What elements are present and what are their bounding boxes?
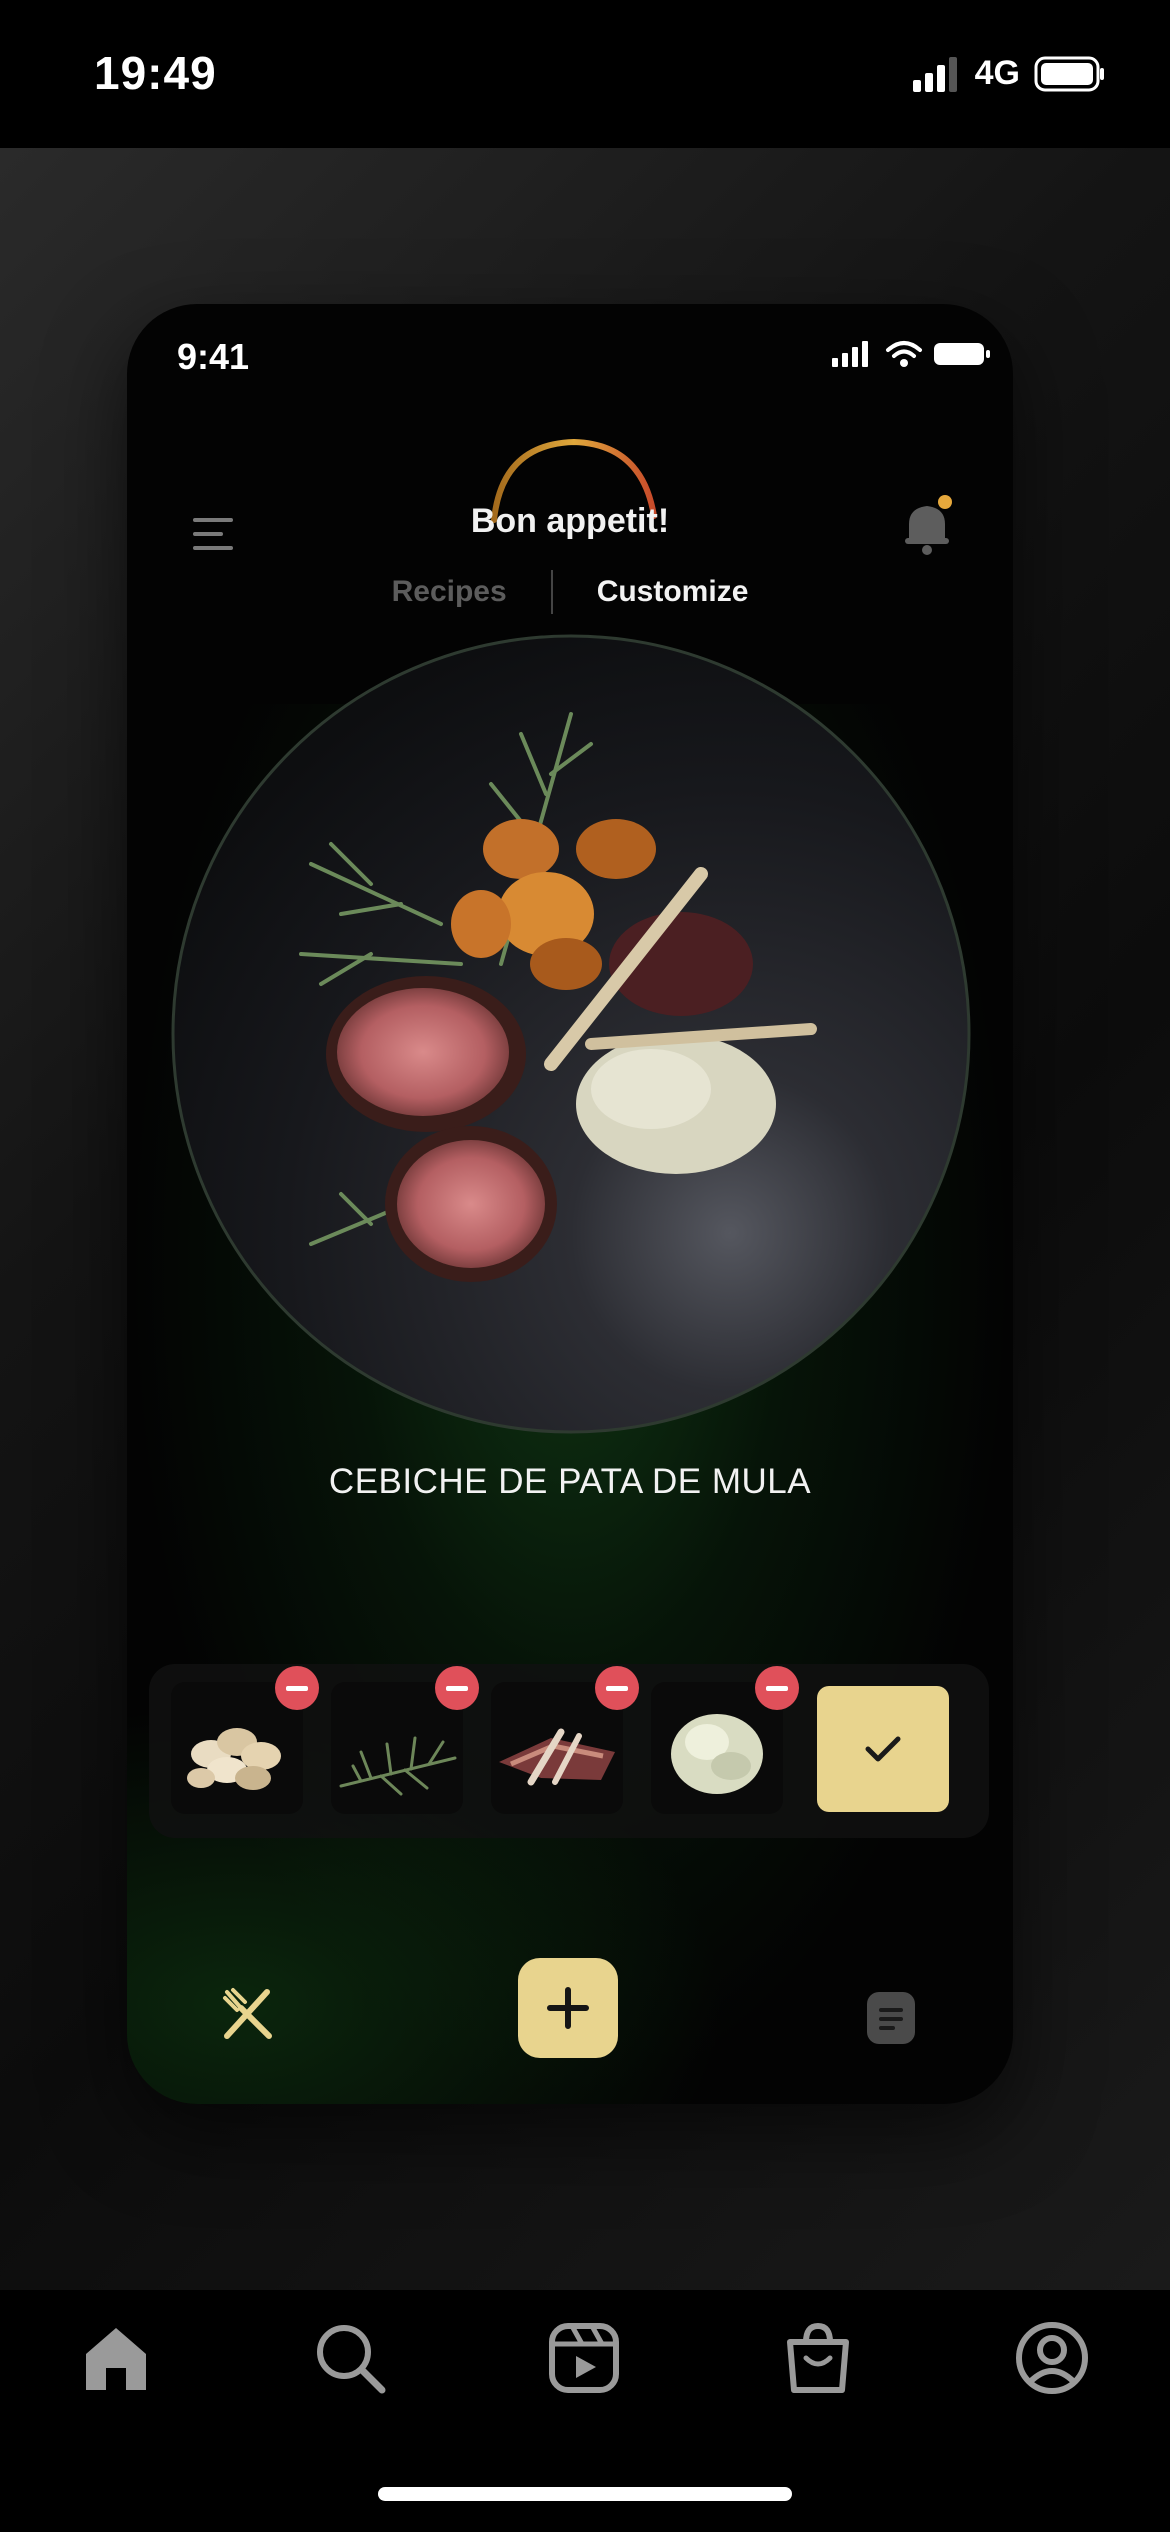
ingredient-tile[interactable] <box>171 1666 319 1814</box>
battery-icon <box>1034 56 1104 91</box>
network-label: 4G <box>974 54 1020 92</box>
search-icon[interactable] <box>312 2320 388 2396</box>
mockup-status-icons <box>831 340 991 368</box>
notification-dot <box>938 495 952 509</box>
shop-icon[interactable] <box>780 2320 856 2396</box>
signal-icon <box>832 341 868 367</box>
os-status-icons: 4G <box>911 54 1106 93</box>
video-stage: 9:41 Bon appetit! Recipes Customize CEBI… <box>0 148 1170 2290</box>
dish-plate-image <box>171 634 971 1434</box>
fork-knife-icon[interactable] <box>219 1984 277 2042</box>
remove-ingredient-button[interactable] <box>595 1666 639 1710</box>
tab-customize[interactable]: Customize <box>553 575 793 609</box>
home-icon[interactable] <box>78 2320 154 2396</box>
remove-ingredient-button[interactable] <box>275 1666 319 1710</box>
home-indicator <box>378 2487 792 2501</box>
segment-tabs: Recipes Customize <box>127 562 1013 622</box>
ingredient-tile[interactable] <box>491 1666 639 1814</box>
os-status-bar: 19:49 4G <box>0 0 1170 148</box>
signal-icon <box>912 56 957 92</box>
ingredient-tile[interactable] <box>651 1666 799 1814</box>
add-button[interactable] <box>518 1958 618 2058</box>
plus-icon <box>547 1987 589 2029</box>
mockup-clock: 9:41 <box>177 336 250 377</box>
tab-recipes[interactable]: Recipes <box>348 575 551 609</box>
dish-name: CEBICHE DE PATA DE MULA <box>328 1462 812 1501</box>
phone-mockup: 9:41 Bon appetit! Recipes Customize CEBI… <box>127 304 1013 2104</box>
remove-ingredient-button[interactable] <box>755 1666 799 1710</box>
check-icon <box>865 1736 901 1762</box>
remove-ingredient-button[interactable] <box>435 1666 479 1710</box>
ingredient-tile[interactable] <box>331 1666 479 1814</box>
profile-icon[interactable] <box>1014 2320 1090 2396</box>
reels-icon[interactable] <box>546 2320 622 2396</box>
document-icon[interactable] <box>865 1990 917 2046</box>
notification-bell-icon[interactable] <box>897 492 957 562</box>
mockup-status-bar: 9:41 <box>127 304 1013 404</box>
brand-title: Bon appetit! <box>470 502 670 540</box>
mockup-header: Bon appetit! <box>127 394 1013 555</box>
ingredient-bar <box>149 1664 989 1838</box>
app-tab-bar <box>0 2290 1170 2532</box>
os-clock: 19:49 <box>94 47 217 99</box>
wifi-icon <box>886 341 922 367</box>
confirm-button[interactable] <box>817 1686 949 1812</box>
battery-icon <box>934 343 990 365</box>
mockup-bottom-nav <box>127 1924 1013 2064</box>
